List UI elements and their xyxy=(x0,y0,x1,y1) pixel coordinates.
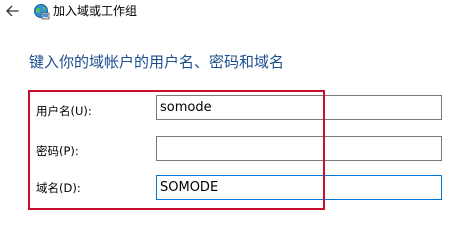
back-button[interactable] xyxy=(4,3,20,19)
domain-input[interactable] xyxy=(156,175,442,200)
title-bar: 加入域或工作组 xyxy=(0,0,466,24)
username-label: 用户名(U): xyxy=(36,104,92,118)
domain-label: 域名(D): xyxy=(36,181,81,195)
network-globe-icon xyxy=(33,3,50,20)
page-heading: 键入你的域帐户的用户名、密码和域名 xyxy=(29,53,285,71)
back-arrow-icon xyxy=(6,5,19,17)
password-label: 密码(P): xyxy=(36,144,79,158)
password-input[interactable] xyxy=(156,136,442,161)
username-input[interactable] xyxy=(156,95,442,120)
window-title: 加入域或工作组 xyxy=(53,4,138,18)
